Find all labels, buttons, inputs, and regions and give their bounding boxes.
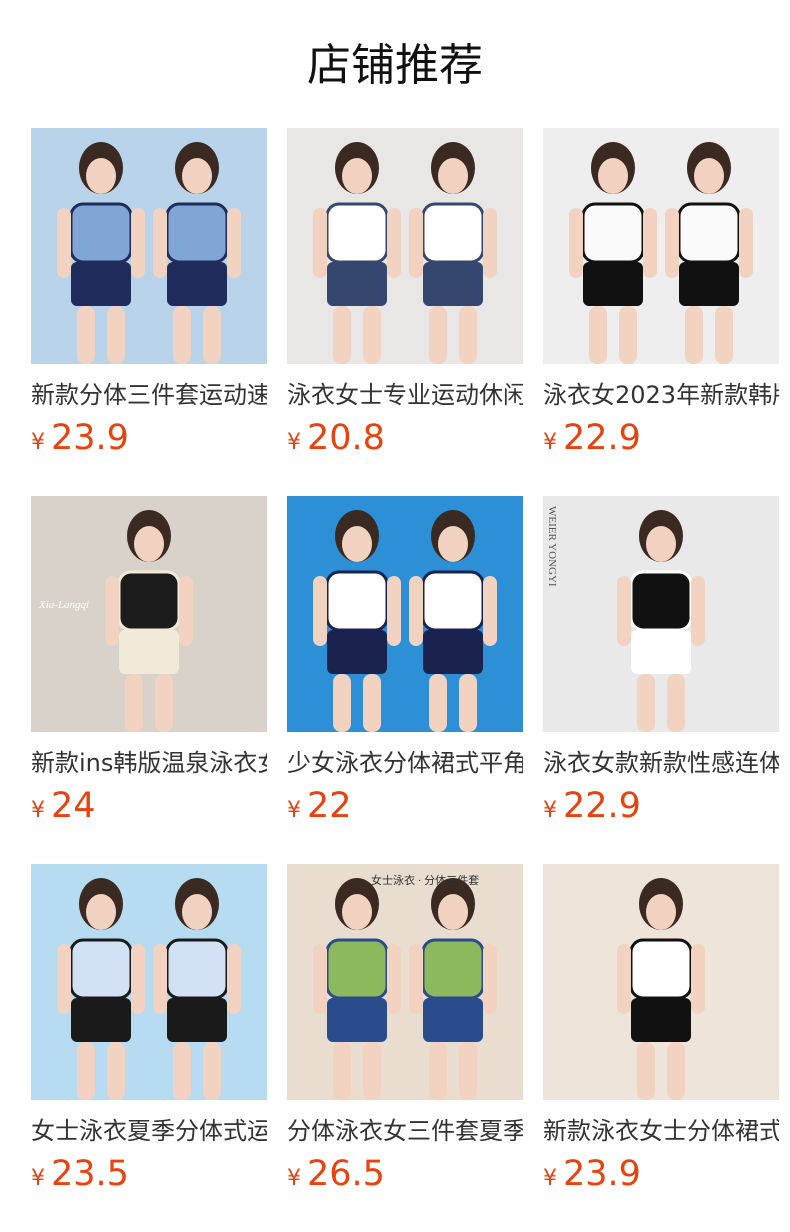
price-amount: 22.9 — [563, 418, 641, 458]
product-image[interactable] — [543, 864, 779, 1100]
product-price: ¥23.9 — [543, 1152, 641, 1196]
product-name[interactable]: 新款分体三件套运动速干泳衣 — [31, 378, 267, 412]
price-amount: 22 — [307, 786, 352, 826]
product-price: ¥22.9 — [543, 784, 641, 828]
product-card[interactable]: 少女泳衣分体裙式平角泳衣 ¥22 — [287, 496, 523, 826]
product-image[interactable]: WEIER YONGYI — [543, 496, 779, 732]
image-watermark: Xia-Langqi — [38, 599, 89, 611]
currency-symbol: ¥ — [287, 430, 301, 455]
currency-symbol: ¥ — [543, 1166, 557, 1191]
product-image[interactable]: 女士泳衣 · 分体三件套 — [287, 864, 523, 1100]
product-name[interactable]: 新款ins韩版温泉泳衣女 — [31, 746, 267, 780]
product-name[interactable]: 新款泳衣女士分体裙式泳衣 — [543, 1114, 779, 1148]
currency-symbol: ¥ — [287, 798, 301, 823]
product-photo: 女士泳衣 · 分体三件套 — [287, 864, 523, 1100]
product-image[interactable] — [287, 496, 523, 732]
price-amount: 24 — [51, 786, 96, 826]
product-photo — [543, 864, 779, 1100]
product-image[interactable] — [543, 128, 779, 364]
product-price: ¥23.9 — [31, 416, 129, 460]
product-name[interactable]: 女士泳衣夏季分体式运动泳衣 — [31, 1114, 267, 1148]
currency-symbol: ¥ — [287, 1166, 301, 1191]
price-amount: 23.9 — [563, 1154, 641, 1194]
product-image[interactable] — [287, 128, 523, 364]
price-amount: 22.9 — [563, 786, 641, 826]
page-title: 店铺推荐 — [307, 40, 483, 91]
product-photo: Xia-Langqi — [31, 496, 267, 732]
product-price: ¥24 — [31, 784, 96, 828]
price-amount: 23.9 — [51, 418, 129, 458]
product-image[interactable] — [31, 128, 267, 364]
product-name[interactable]: 分体泳衣女三件套夏季新款 — [287, 1114, 523, 1148]
product-photo — [287, 128, 523, 364]
product-card[interactable]: 女士泳衣夏季分体式运动泳衣 ¥23.5 — [31, 864, 267, 1194]
product-price: ¥26.5 — [287, 1152, 385, 1196]
product-photo — [287, 496, 523, 732]
image-watermark: 女士泳衣 · 分体三件套 — [371, 873, 479, 887]
product-grid: 新款分体三件套运动速干泳衣 ¥23.9 泳衣女士专业运动休闲连体泳衣 ¥20.8… — [31, 128, 779, 1228]
product-photo — [31, 864, 267, 1100]
product-name[interactable]: 泳衣女士专业运动休闲连体泳衣 — [287, 378, 523, 412]
product-price: ¥23.5 — [31, 1152, 129, 1196]
product-photo: WEIER YONGYI — [543, 496, 779, 732]
price-amount: 23.5 — [51, 1154, 129, 1194]
currency-symbol: ¥ — [31, 430, 45, 455]
product-image[interactable] — [31, 864, 267, 1100]
product-photo — [31, 128, 267, 364]
product-name[interactable]: 泳衣女2023年新款韩版长袖泳衣 — [543, 378, 779, 412]
product-card[interactable]: 新款分体三件套运动速干泳衣 ¥23.9 — [31, 128, 267, 458]
product-image[interactable]: Xia-Langqi — [31, 496, 267, 732]
product-price: ¥22 — [287, 784, 352, 828]
product-card[interactable]: 泳衣女士专业运动休闲连体泳衣 ¥20.8 — [287, 128, 523, 458]
product-card[interactable]: WEIER YONGYI 泳衣女款新款性感连体裙式泳衣 ¥22.9 — [543, 496, 779, 826]
currency-symbol: ¥ — [31, 798, 45, 823]
product-price: ¥22.9 — [543, 416, 641, 460]
product-name[interactable]: 少女泳衣分体裙式平角泳衣 — [287, 746, 523, 780]
image-watermark: WEIER YONGYI — [546, 506, 558, 587]
product-card[interactable]: 女士泳衣 · 分体三件套 分体泳衣女三件套夏季新款 ¥26.5 — [287, 864, 523, 1194]
currency-symbol: ¥ — [543, 798, 557, 823]
product-card[interactable]: 新款泳衣女士分体裙式泳衣 ¥23.9 — [543, 864, 779, 1194]
price-amount: 26.5 — [307, 1154, 385, 1194]
product-card[interactable]: Xia-Langqi 新款ins韩版温泉泳衣女 ¥24 — [31, 496, 267, 826]
product-price: ¥20.8 — [287, 416, 385, 460]
currency-symbol: ¥ — [543, 430, 557, 455]
product-photo — [543, 128, 779, 364]
currency-symbol: ¥ — [31, 1166, 45, 1191]
price-amount: 20.8 — [307, 418, 385, 458]
product-name[interactable]: 泳衣女款新款性感连体裙式泳衣 — [543, 746, 779, 780]
product-card[interactable]: 泳衣女2023年新款韩版长袖泳衣 ¥22.9 — [543, 128, 779, 458]
